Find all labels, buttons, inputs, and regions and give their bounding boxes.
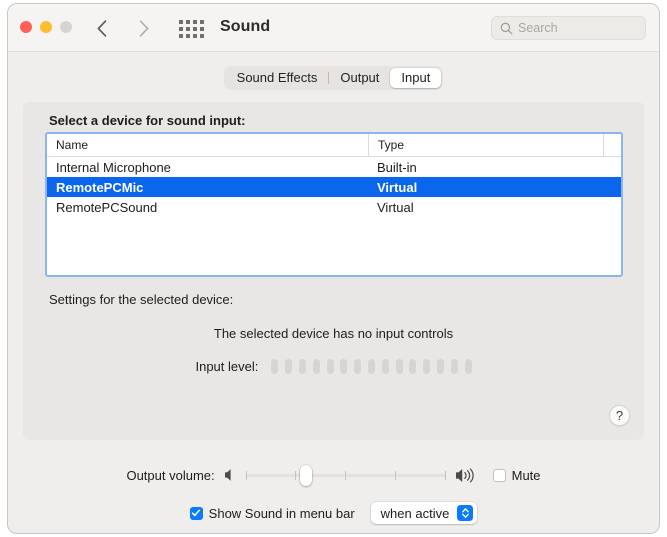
slider-tick bbox=[395, 471, 396, 480]
close-window-button[interactable] bbox=[20, 21, 32, 33]
mute-checkbox[interactable] bbox=[493, 469, 506, 482]
window-titlebar: Sound Search bbox=[8, 4, 659, 52]
grid-cell bbox=[186, 27, 190, 31]
input-level-segment bbox=[437, 359, 444, 374]
tab-output[interactable]: Output bbox=[329, 68, 390, 88]
input-level-segment bbox=[354, 359, 361, 374]
search-field[interactable]: Search bbox=[491, 16, 646, 40]
grid-cell bbox=[193, 27, 197, 31]
grid-cell bbox=[193, 20, 197, 24]
input-level-segment bbox=[368, 359, 375, 374]
grid-cell bbox=[179, 34, 183, 38]
input-level-segment bbox=[465, 359, 472, 374]
grid-cell bbox=[186, 20, 190, 24]
table-header-row: Name Type bbox=[47, 134, 621, 157]
device-name: Internal Microphone bbox=[47, 160, 368, 175]
tab-sound-effects[interactable]: Sound Effects bbox=[226, 68, 329, 88]
tab-bar-container: Sound Effects Output Input bbox=[8, 66, 659, 90]
grid-cell bbox=[186, 34, 190, 38]
show-all-preferences-button[interactable] bbox=[179, 20, 204, 38]
input-level-segment bbox=[271, 359, 278, 374]
page-title: Sound bbox=[220, 18, 270, 36]
navigation-arrows bbox=[91, 16, 155, 40]
chevron-left-icon bbox=[97, 20, 107, 37]
device-prompt-label: Select a device for sound input: bbox=[49, 113, 245, 128]
tab-input[interactable]: Input bbox=[390, 68, 441, 88]
table-row-selected[interactable]: RemotePCMic Virtual bbox=[47, 177, 621, 197]
output-volume-label: Output volume: bbox=[126, 468, 214, 483]
slider-knob[interactable] bbox=[300, 465, 312, 486]
input-settings-panel: Select a device for sound input: Name Ty… bbox=[23, 102, 644, 440]
table-row[interactable]: RemotePCSound Virtual bbox=[47, 197, 621, 217]
slider-tick bbox=[445, 471, 446, 480]
slider-track bbox=[246, 474, 446, 477]
search-icon bbox=[500, 22, 513, 35]
grid-cell bbox=[193, 34, 197, 38]
help-button[interactable]: ? bbox=[609, 405, 630, 426]
output-volume-row: Output volume: Mute bbox=[8, 466, 659, 484]
input-level-segment bbox=[299, 359, 306, 374]
column-header-extra[interactable] bbox=[603, 134, 621, 156]
input-level-segment bbox=[340, 359, 347, 374]
input-level-segment bbox=[409, 359, 416, 374]
column-header-name[interactable]: Name bbox=[47, 134, 368, 156]
device-name: RemotePCMic bbox=[47, 180, 368, 195]
input-level-segment bbox=[423, 359, 430, 374]
input-level-segment bbox=[396, 359, 403, 374]
no-input-controls-message: The selected device has no input control… bbox=[23, 326, 644, 341]
input-level-segment bbox=[382, 359, 389, 374]
input-level-meter bbox=[271, 359, 471, 374]
input-device-table[interactable]: Name Type Internal Microphone Built-in R… bbox=[45, 132, 623, 277]
chevron-up-down-icon bbox=[457, 505, 473, 521]
zoom-window-button[interactable] bbox=[60, 21, 72, 33]
tab-bar: Sound Effects Output Input bbox=[224, 66, 444, 90]
input-level-segment bbox=[285, 359, 292, 374]
grid-cell bbox=[200, 20, 204, 24]
settings-section-label: Settings for the selected device: bbox=[49, 292, 233, 307]
menu-bar-visibility-popup[interactable]: when active bbox=[371, 502, 478, 524]
search-placeholder: Search bbox=[518, 21, 558, 35]
popup-selected-value: when active bbox=[381, 506, 450, 521]
column-header-type[interactable]: Type bbox=[368, 134, 603, 156]
device-type: Built-in bbox=[368, 160, 603, 175]
show-sound-in-menu-bar-label: Show Sound in menu bar bbox=[209, 506, 355, 521]
input-level-segment bbox=[451, 359, 458, 374]
output-volume-slider[interactable] bbox=[246, 466, 446, 484]
grid-cell bbox=[179, 27, 183, 31]
input-level-label: Input level: bbox=[195, 359, 258, 374]
checkmark-icon bbox=[191, 508, 201, 518]
show-sound-in-menu-bar-checkbox[interactable] bbox=[190, 507, 203, 520]
input-level-row: Input level: bbox=[23, 359, 644, 374]
speaker-high-icon bbox=[455, 468, 477, 483]
device-name: RemotePCSound bbox=[47, 200, 368, 215]
back-button[interactable] bbox=[91, 16, 113, 40]
grid-cell bbox=[200, 34, 204, 38]
grid-cell bbox=[179, 20, 183, 24]
speaker-low-icon bbox=[224, 468, 237, 482]
forward-button[interactable] bbox=[133, 16, 155, 40]
input-level-segment bbox=[327, 359, 334, 374]
mute-label: Mute bbox=[512, 468, 541, 483]
table-row[interactable]: Internal Microphone Built-in bbox=[47, 157, 621, 177]
input-level-segment bbox=[313, 359, 320, 374]
chevron-right-icon bbox=[139, 20, 149, 37]
device-type: Virtual bbox=[368, 180, 603, 195]
slider-tick bbox=[246, 471, 247, 480]
slider-tick bbox=[295, 471, 296, 480]
device-type: Virtual bbox=[368, 200, 603, 215]
traffic-light-buttons bbox=[20, 21, 72, 33]
grid-cell bbox=[200, 27, 204, 31]
sound-preferences-window: Sound Search Sound Effects Output Input … bbox=[7, 3, 660, 534]
minimize-window-button[interactable] bbox=[40, 21, 52, 33]
menu-bar-setting-row: Show Sound in menu bar when active bbox=[8, 502, 659, 524]
slider-tick bbox=[345, 471, 346, 480]
